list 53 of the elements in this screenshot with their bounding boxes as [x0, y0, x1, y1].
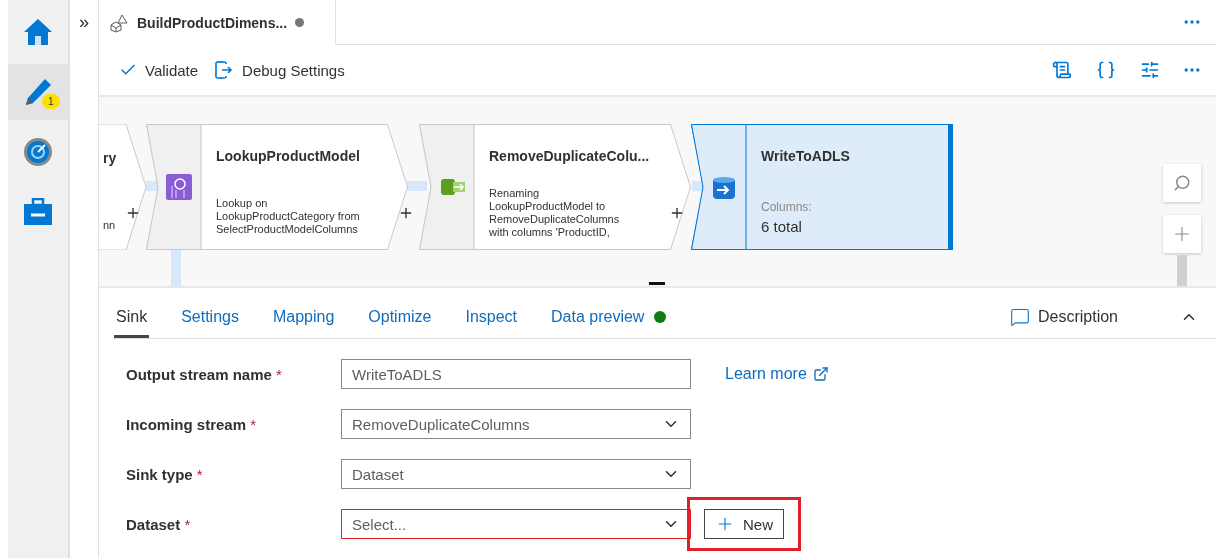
panel-tab[interactable]: Optimize — [366, 296, 434, 338]
node-title: RemoveDuplicateColu... — [489, 148, 650, 164]
columns-count: 6 total — [761, 218, 802, 235]
database-arrow-icon — [214, 60, 235, 80]
comment-icon — [1009, 307, 1030, 327]
node-title: ry — [103, 150, 117, 166]
field-label: Incoming stream * — [126, 415, 258, 433]
panel-tab[interactable]: Settings — [179, 296, 241, 338]
add-icon[interactable] — [669, 205, 685, 221]
document-tab[interactable]: BuildProductDimens... — [99, 0, 336, 45]
node-description: nn — [103, 219, 116, 232]
gauge-icon — [23, 137, 53, 167]
zoom-slider-track[interactable] — [1177, 255, 1187, 286]
dropdown-field[interactable]: Dataset — [341, 459, 691, 489]
pencil-icon — [23, 77, 53, 107]
panel-tab[interactable]: Mapping — [270, 296, 337, 338]
tab-title: BuildProductDimens... — [137, 14, 288, 31]
dropdown-field[interactable]: RemoveDuplicateColumns — [341, 409, 691, 439]
search-button[interactable] — [1163, 164, 1201, 202]
input-field[interactable]: WriteToADLS — [341, 359, 691, 389]
node-title: LookupProductModel — [216, 148, 360, 164]
toolbox-icon — [23, 198, 53, 226]
count-badge: 1 — [42, 94, 60, 109]
add-icon[interactable] — [398, 205, 414, 221]
panel-tab[interactable]: Sink — [114, 296, 150, 338]
external-link-icon — [812, 366, 829, 382]
field-label: Dataset * — [126, 515, 192, 533]
learn-more-link[interactable]: Learn more — [725, 365, 829, 383]
transform-icon — [441, 177, 467, 197]
lookup-icon — [166, 174, 192, 200]
add-icon[interactable] — [125, 205, 141, 221]
search-icon — [1173, 174, 1191, 192]
field-label: Output stream name * — [126, 365, 283, 383]
home-icon — [23, 18, 53, 46]
splitter-handle[interactable] — [649, 282, 665, 285]
node-title: WriteToADLS — [761, 148, 850, 164]
new-button[interactable]: New — [704, 509, 784, 539]
canvas-node[interactable] — [419, 124, 691, 250]
node-description: Lookup on LookupProductCategory from SelectProductModelColumns — [216, 197, 361, 236]
canvas-node[interactable] — [691, 124, 953, 250]
columns-label: Columns: — [761, 201, 812, 214]
nav-item[interactable]: 1 — [8, 64, 68, 120]
sink-icon — [713, 176, 735, 200]
panel-tab[interactable]: Data preview — [549, 296, 669, 338]
panel-tab[interactable]: Inspect — [463, 296, 520, 338]
description-button[interactable]: Description — [1003, 296, 1124, 338]
field-label: Sink type * — [126, 465, 204, 483]
data-flow-icon — [109, 12, 129, 33]
debug-settings-button[interactable]: Debug Settings — [214, 60, 355, 80]
validate-button[interactable]: Validate — [119, 61, 209, 79]
dropdown-field[interactable]: Select... — [341, 509, 691, 539]
expand-button[interactable]: » — [79, 0, 89, 45]
node-description: Renaming LookupProductModel to RemoveDuplicateColumns with columns 'ProductID, — [489, 187, 621, 239]
